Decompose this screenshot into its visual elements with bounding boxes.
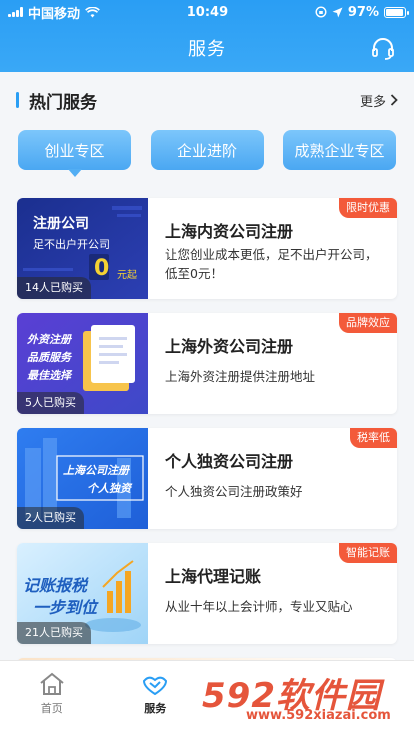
- service-thumbnail: 上海公司注册 个人独资 2人已购买: [17, 428, 148, 529]
- tab-services[interactable]: 服务: [104, 661, 208, 736]
- service-thumbnail: 外资注册 品质服务 最佳选择 5人已购买: [17, 313, 148, 414]
- status-time: 10:49: [186, 4, 229, 20]
- tab-label: 服务: [144, 702, 167, 715]
- service-title: 个人独资公司注册: [165, 452, 294, 471]
- more-link[interactable]: 更多: [360, 91, 398, 110]
- section-title: 热门服务: [16, 88, 97, 113]
- category-label: 创业专区: [44, 141, 105, 160]
- service-thumbnail: 注册公司 足不出户开公司 0 元起 14人已购买: [17, 198, 148, 299]
- battery-fill: [386, 8, 404, 16]
- sold-count: 5人已购买: [17, 392, 84, 414]
- thumb-line3: 最佳选择: [27, 369, 73, 382]
- category-label: 企业进阶: [176, 141, 237, 160]
- battery-percent: 97%: [347, 4, 379, 20]
- orientation-lock-icon: [315, 6, 327, 18]
- thumb-line2: 个人独资: [87, 482, 133, 495]
- service-card[interactable]: 外资注册 品质服务 最佳选择 5人已购买 品牌效应 上海外资公司注册 上海外资注…: [17, 313, 397, 414]
- chevron-right-icon: [390, 94, 398, 106]
- nav-bar: 服务: [0, 24, 414, 72]
- sold-count: 14人已购买: [17, 277, 91, 299]
- sold-count: 2人已购买: [17, 507, 84, 529]
- tab-home[interactable]: 首页: [0, 661, 104, 736]
- battery-icon: [384, 6, 409, 18]
- location-icon: [332, 7, 343, 17]
- category-tabs: 创业专区 企业进阶 成熟企业专区: [0, 130, 414, 177]
- thumb-line2: 足不出户开公司: [33, 237, 110, 251]
- promo-tag: 税率低: [350, 428, 397, 448]
- tab-label: 首页: [40, 702, 63, 715]
- service-title: 上海外资公司注册: [165, 337, 294, 356]
- status-bar: 中国移动 10:49 97%: [0, 0, 414, 24]
- promo-tag: 品牌效应: [339, 313, 397, 333]
- more-label: 更多: [359, 94, 386, 110]
- carrier-name: 中国移动: [28, 6, 81, 22]
- thumb-line1: 注册公司: [33, 215, 89, 232]
- handshake-icon: [143, 676, 168, 696]
- category-tab-mature[interactable]: 成熟企业专区: [283, 130, 396, 170]
- page-title: 服务: [188, 39, 226, 60]
- service-desc: 从业十年以上会计师，专业又贴心: [165, 599, 353, 614]
- promo-tag: 智能记账: [339, 543, 397, 563]
- thumb-line2: 品质服务: [27, 351, 73, 364]
- promo-tag: 限时优惠: [339, 198, 397, 218]
- category-tab-advance[interactable]: 企业进阶: [150, 130, 264, 170]
- service-desc: 个人独资公司注册政策好: [165, 484, 303, 499]
- service-card[interactable]: 注册公司 足不出户开公司 0 元起 14人已购买 限时优惠 上海内资公司注册 让…: [17, 198, 397, 299]
- signal-icon: [8, 7, 23, 17]
- thumb-price-unit: 元起: [117, 269, 137, 281]
- service-title: 上海代理记账: [165, 567, 262, 586]
- service-thumbnail: 记账报税 一步到位 21人已购买: [17, 543, 148, 644]
- thumb-line1: 外资注册: [26, 333, 73, 346]
- hot-services-header: 热门服务 更多: [0, 84, 414, 116]
- category-label: 成熟企业专区: [294, 141, 385, 160]
- thumb-price: 0: [94, 256, 109, 281]
- thumb-line1: 上海公司注册: [63, 464, 131, 477]
- wifi-icon: [85, 6, 100, 18]
- section-title-text: 热门服务: [29, 92, 97, 113]
- home-icon: [40, 672, 64, 695]
- thumb-line2: 一步到位: [33, 598, 99, 617]
- service-title: 上海内资公司注册: [165, 222, 294, 241]
- service-desc: 上海外资注册提供注册地址: [165, 369, 316, 384]
- service-card[interactable]: 记账报税 一步到位 21人已购买 智能记账 上海代理记账 从业十年以上会计师，专…: [17, 543, 397, 644]
- service-card[interactable]: 上海公司注册 个人独资 2人已购买 税率低 个人独资公司注册 个人独资公司注册政…: [17, 428, 397, 529]
- category-tab-startup[interactable]: 创业专区: [18, 130, 131, 177]
- service-desc: 让您创业成本更低，足不出户开公司，低至0元！: [165, 247, 378, 281]
- thumb-line1: 记账报税: [23, 576, 89, 595]
- sold-count: 21人已购买: [17, 622, 91, 644]
- section-accent-bar: [16, 92, 19, 108]
- watermark-url: www.592xiazai.com: [246, 708, 391, 723]
- app-header: 中国移动 10:49 97% 服务: [0, 0, 414, 72]
- headset-icon[interactable]: [370, 36, 396, 62]
